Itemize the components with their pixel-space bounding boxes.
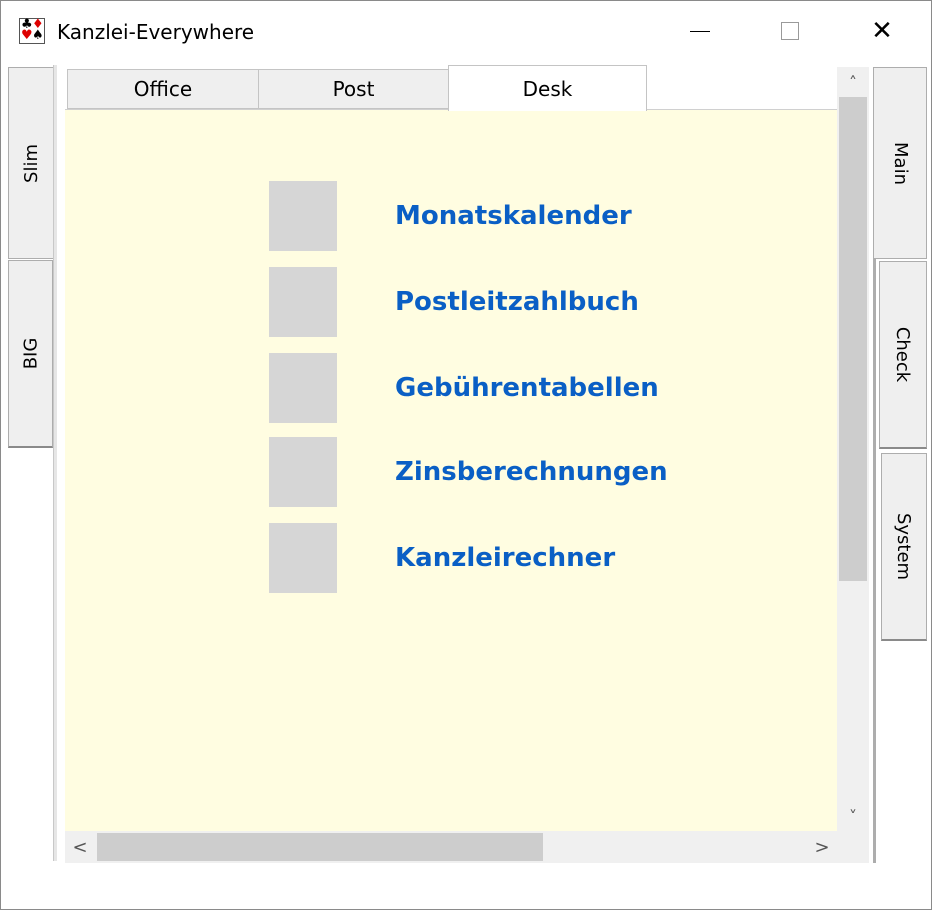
item-thumbnail[interactable] <box>269 181 337 251</box>
maximize-icon <box>781 22 799 40</box>
horizontal-scrollbar[interactable]: < > <box>65 831 837 863</box>
tab-desk[interactable]: Desk <box>448 65 647 111</box>
close-icon: ✕ <box>871 16 893 46</box>
minimize-icon <box>690 30 710 32</box>
scrollbar-corner <box>837 831 869 863</box>
list-item: Zinsberechnungen <box>65 437 837 507</box>
list-item: Monatskalender <box>65 181 837 251</box>
tab-big-label: BIG <box>19 337 41 370</box>
tab-main[interactable]: Main <box>873 67 927 259</box>
scroll-left-icon[interactable]: < <box>65 831 95 863</box>
item-thumbnail[interactable] <box>269 523 337 593</box>
item-thumbnail[interactable] <box>269 437 337 507</box>
scroll-down-icon[interactable]: ˅ <box>837 801 869 831</box>
list-item: Kanzleirechner <box>65 523 837 593</box>
tab-system[interactable]: System <box>881 453 927 641</box>
tab-big[interactable]: BIG <box>8 260 53 448</box>
link-postleitzahlbuch[interactable]: Postleitzahlbuch <box>395 287 639 317</box>
close-button[interactable]: ✕ <box>859 11 905 51</box>
client-area: Slim BIG Office Post Desk Monatskalender… <box>1 63 931 863</box>
tab-check[interactable]: Check <box>879 261 927 449</box>
top-tab-row: Office Post Desk <box>67 65 837 111</box>
tab-office[interactable]: Office <box>67 69 259 109</box>
scroll-up-icon[interactable]: ˄ <box>837 67 869 97</box>
tab-post[interactable]: Post <box>258 69 449 109</box>
tab-slim-label: Slim <box>20 143 42 183</box>
tab-system-label: System <box>893 512 915 581</box>
desk-panel: Monatskalender Postleitzahlbuch Gebühren… <box>65 109 837 831</box>
horizontal-scroll-thumb[interactable] <box>97 833 543 861</box>
tab-check-label: Check <box>892 326 914 383</box>
vertical-scroll-thumb[interactable] <box>839 97 867 581</box>
tab-slim[interactable]: Slim <box>8 67 53 259</box>
link-monatskalender[interactable]: Monatskalender <box>395 201 632 231</box>
item-thumbnail[interactable] <box>269 267 337 337</box>
minimize-button[interactable] <box>677 11 723 51</box>
app-window: ♣♦ ♥♠ Kanzlei-Everywhere ✕ Slim BIG Offic… <box>0 0 932 910</box>
link-zinsberechnungen[interactable]: Zinsberechnungen <box>395 457 668 487</box>
list-item: Postleitzahlbuch <box>65 267 837 337</box>
link-gebuehrentabellen[interactable]: Gebührentabellen <box>395 373 659 403</box>
title-bar: ♣♦ ♥♠ Kanzlei-Everywhere ✕ <box>1 1 931 63</box>
window-title: Kanzlei-Everywhere <box>57 20 255 44</box>
item-thumbnail[interactable] <box>269 353 337 423</box>
tab-main-label: Main <box>889 141 911 185</box>
left-tab-border <box>53 65 57 861</box>
scroll-right-icon[interactable]: > <box>807 831 837 863</box>
maximize-button[interactable] <box>767 11 813 51</box>
list-item: Gebührentabellen <box>65 353 837 423</box>
link-kanzleirechner[interactable]: Kanzleirechner <box>395 543 615 573</box>
card-suits-icon: ♣♦ ♥♠ <box>19 17 45 44</box>
vertical-scrollbar[interactable]: ˄ ˅ <box>837 67 869 831</box>
